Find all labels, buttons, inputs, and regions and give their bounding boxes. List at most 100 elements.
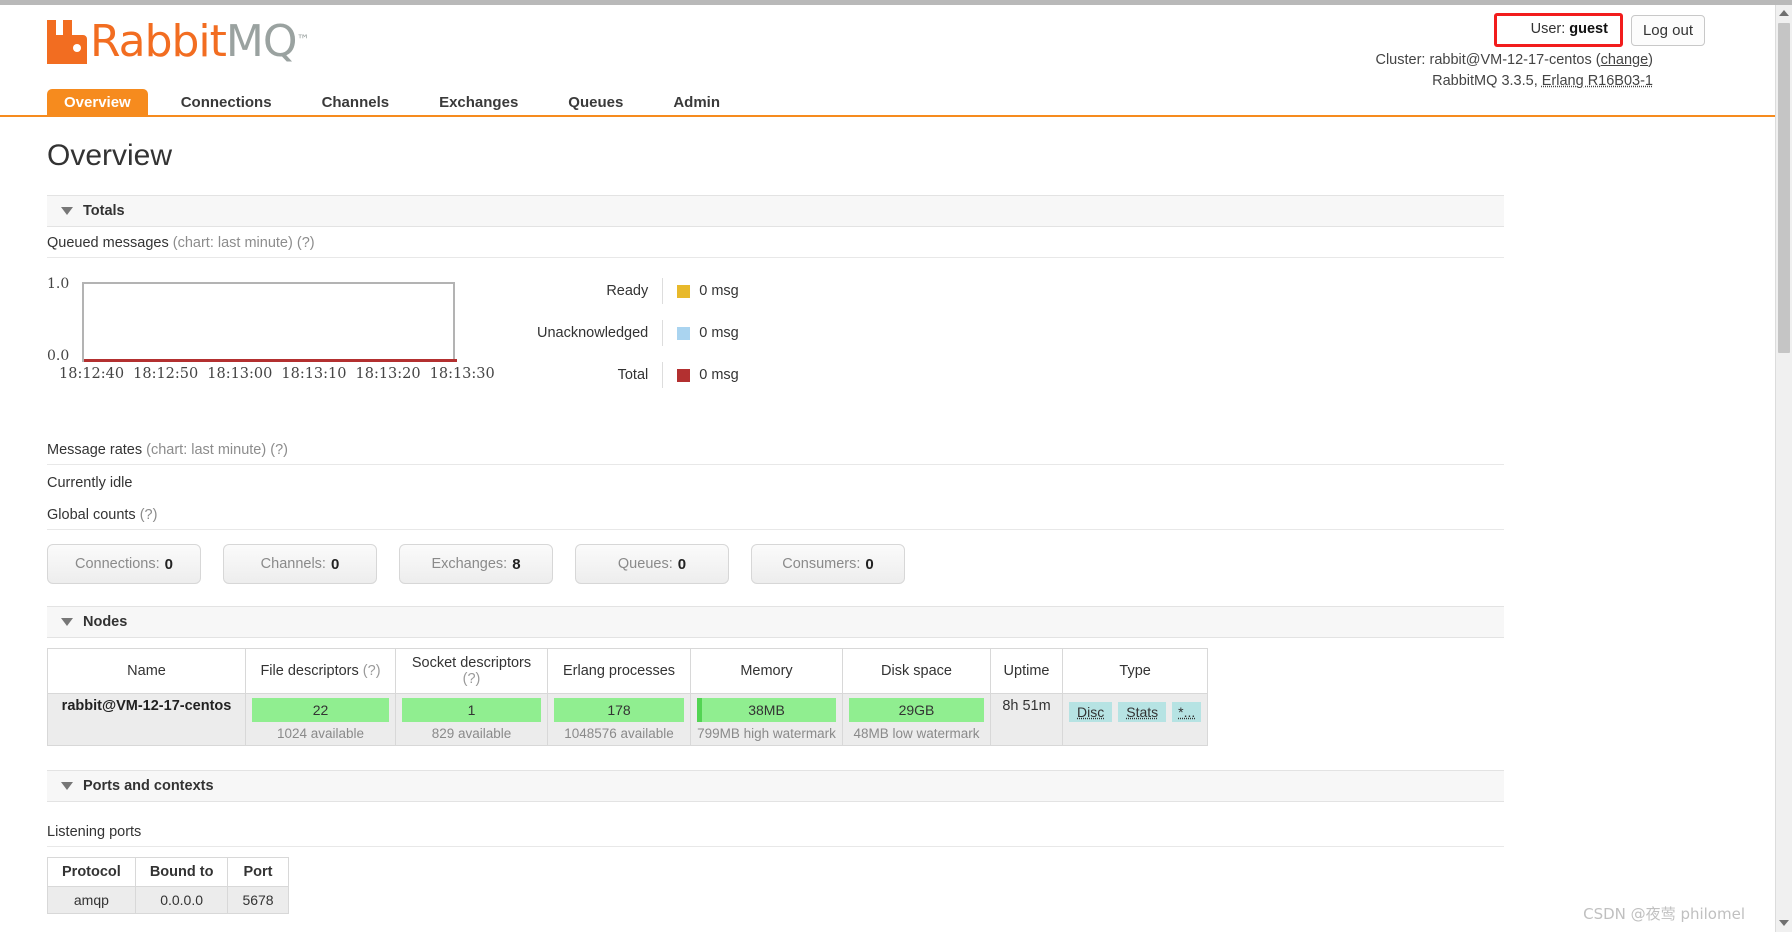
ports-table-body: amqp 0.0.0.0 5678 xyxy=(47,886,289,914)
chart-xtick-1: 18:12:50 xyxy=(133,366,199,382)
tab-channels[interactable]: Channels xyxy=(305,89,407,117)
count-box-consumers[interactable]: Consumers: 0 xyxy=(751,544,905,584)
logo-text-rabbit: Rabbit xyxy=(90,16,227,67)
badge-disc[interactable]: Disc xyxy=(1069,702,1113,722)
rabbitmq-version: RabbitMQ 3.3.5, xyxy=(1432,73,1538,89)
col-file-descriptors-label: File descriptors xyxy=(260,663,359,679)
count-box-exchanges[interactable]: Exchanges: 8 xyxy=(399,544,553,584)
global-counts-label: Global counts xyxy=(47,507,136,523)
col-socket-descriptors-help-icon[interactable]: (?) xyxy=(463,671,481,687)
node-memory-cell: 38MB 799MB high watermark xyxy=(690,693,843,746)
listening-ports-header: Listening ports xyxy=(47,816,1504,847)
chart-xtick-5: 18:13:30 xyxy=(429,366,495,382)
message-rates-label: Message rates xyxy=(47,442,143,458)
port-bound-to-cell: 0.0.0.0 xyxy=(134,886,229,914)
col-file-descriptors[interactable]: File descriptors (?) xyxy=(245,648,396,694)
node-type-badges: Disc Stats *... xyxy=(1069,698,1202,722)
node-name-cell[interactable]: rabbit@VM-12-17-centos xyxy=(47,693,246,746)
col-uptime[interactable]: Uptime xyxy=(990,648,1063,694)
global-counts-help-icon[interactable]: (?) xyxy=(140,507,158,523)
section-header-totals[interactable]: Totals xyxy=(47,195,1504,227)
count-label-consumers: Consumers: xyxy=(782,556,861,572)
count-box-queues[interactable]: Queues: 0 xyxy=(575,544,729,584)
count-box-connections[interactable]: Connections: 0 xyxy=(47,544,201,584)
global-counts-row: Connections: 0 Channels: 0 Exchanges: 8 … xyxy=(47,544,1728,584)
legend-value-total: 0 msg xyxy=(663,367,739,383)
scrollbar-down-button[interactable] xyxy=(1776,915,1792,932)
col-type[interactable]: Type xyxy=(1061,648,1209,694)
scrollbar-thumb[interactable] xyxy=(1778,23,1790,353)
col-disk-space[interactable]: Disk space xyxy=(842,648,991,694)
currently-idle-text: Currently idle xyxy=(47,475,133,491)
chart-xtick-3: 18:13:10 xyxy=(281,366,347,382)
section-header-ports-and-contexts[interactable]: Ports and contexts xyxy=(47,770,1504,802)
legend-value-ready: 0 msg xyxy=(663,283,739,299)
tab-queues[interactable]: Queues xyxy=(551,89,640,117)
col-name[interactable]: Name xyxy=(47,648,246,694)
col-bound-to[interactable]: Bound to xyxy=(134,857,229,887)
ports-table-head: Protocol Bound to Port xyxy=(47,857,289,887)
badge-more[interactable]: *... xyxy=(1172,702,1202,722)
ports-header-row: Protocol Bound to Port xyxy=(47,857,289,887)
port-protocol-cell: amqp xyxy=(47,886,136,914)
tab-admin[interactable]: Admin xyxy=(656,89,737,117)
legend-value-text-ready: 0 msg xyxy=(699,283,739,299)
legend-swatch-ready xyxy=(677,284,691,298)
chart-x-axis-ticks: 18:12:40 18:12:50 18:13:00 18:13:10 18:1… xyxy=(59,366,495,382)
col-protocol[interactable]: Protocol xyxy=(47,857,136,887)
logout-button[interactable]: Log out xyxy=(1630,14,1705,46)
col-socket-descriptors-label: Socket descriptors xyxy=(411,655,532,671)
col-file-descriptors-help-icon[interactable]: (?) xyxy=(363,663,381,679)
message-rates-note: (chart: last minute) xyxy=(146,442,267,458)
rabbitmq-logo[interactable]: RabbitMQ™ xyxy=(47,16,310,67)
cluster-change-paren-close: ) xyxy=(1648,52,1653,68)
collapse-triangle-icon xyxy=(61,618,73,626)
tab-exchanges[interactable]: Exchanges xyxy=(422,89,535,117)
col-memory[interactable]: Memory xyxy=(690,648,843,694)
header-right-info: User: guest Log out Cluster: rabbit@VM-1… xyxy=(1375,13,1705,91)
main-content: Overview Totals Queued messages (chart: … xyxy=(0,139,1775,914)
tab-overview[interactable]: Overview xyxy=(47,89,148,117)
message-rates-help-icon[interactable]: (?) xyxy=(270,442,288,458)
queued-messages-header: Queued messages (chart: last minute) (?) xyxy=(47,227,1504,258)
memory-bar: 38MB xyxy=(697,698,836,722)
user-label: User: xyxy=(1530,21,1566,37)
legend-value-text-unacknowledged: 0 msg xyxy=(699,325,739,341)
global-counts-header: Global counts (?) xyxy=(47,499,1504,530)
listening-ports-table: Protocol Bound to Port amqp 0.0.0.0 5678 xyxy=(47,857,289,914)
count-value-queues: 0 xyxy=(677,555,687,573)
queued-messages-help-icon[interactable]: (?) xyxy=(297,235,315,251)
collapse-triangle-icon xyxy=(61,207,73,215)
page-title: Overview xyxy=(47,139,173,172)
section-header-nodes[interactable]: Nodes xyxy=(47,606,1504,638)
badge-stats[interactable]: Stats xyxy=(1118,702,1167,722)
col-erlang-processes[interactable]: Erlang processes xyxy=(547,648,691,694)
chart-ytick-bottom: 0.0 xyxy=(47,348,70,364)
vertical-scrollbar[interactable] xyxy=(1775,5,1792,932)
app-header: RabbitMQ™ User: guest Log out Cluster: r… xyxy=(0,5,1775,89)
count-value-exchanges: 8 xyxy=(512,555,521,573)
user-indicator-highlight: User: guest xyxy=(1493,13,1623,47)
tab-connections[interactable]: Connections xyxy=(164,89,289,117)
scrollbar-up-button[interactable] xyxy=(1776,5,1792,22)
erlang-processes-note: 1048576 available xyxy=(564,726,674,741)
erlang-processes-bar: 178 xyxy=(554,698,684,722)
count-box-channels[interactable]: Channels: 0 xyxy=(223,544,377,584)
chevron-up-icon xyxy=(1779,10,1789,16)
col-socket-descriptors[interactable]: Socket descriptors (?) xyxy=(395,648,548,694)
cluster-name: rabbit@VM-12-17-centos xyxy=(1429,52,1592,68)
node-type-cell: Disc Stats *... xyxy=(1061,693,1209,746)
count-label-queues: Queues: xyxy=(617,556,673,572)
erlang-version-link[interactable]: Erlang R16B03-1 xyxy=(1542,73,1653,89)
chart-xtick-0: 18:12:40 xyxy=(59,366,125,382)
legend-swatch-total xyxy=(677,368,691,382)
queued-messages-note: (chart: last minute) xyxy=(172,235,293,251)
user-row: User: guest Log out xyxy=(1375,13,1705,47)
main-navigation: Overview Connections Channels Exchanges … xyxy=(0,89,1775,117)
chevron-down-icon xyxy=(1779,920,1789,926)
col-port[interactable]: Port xyxy=(227,857,289,887)
cluster-change-link[interactable]: change xyxy=(1601,52,1649,68)
table-row: amqp 0.0.0.0 5678 xyxy=(47,886,289,914)
node-erlang-processes-cell: 178 1048576 available xyxy=(547,693,691,746)
count-value-consumers: 0 xyxy=(865,555,874,573)
